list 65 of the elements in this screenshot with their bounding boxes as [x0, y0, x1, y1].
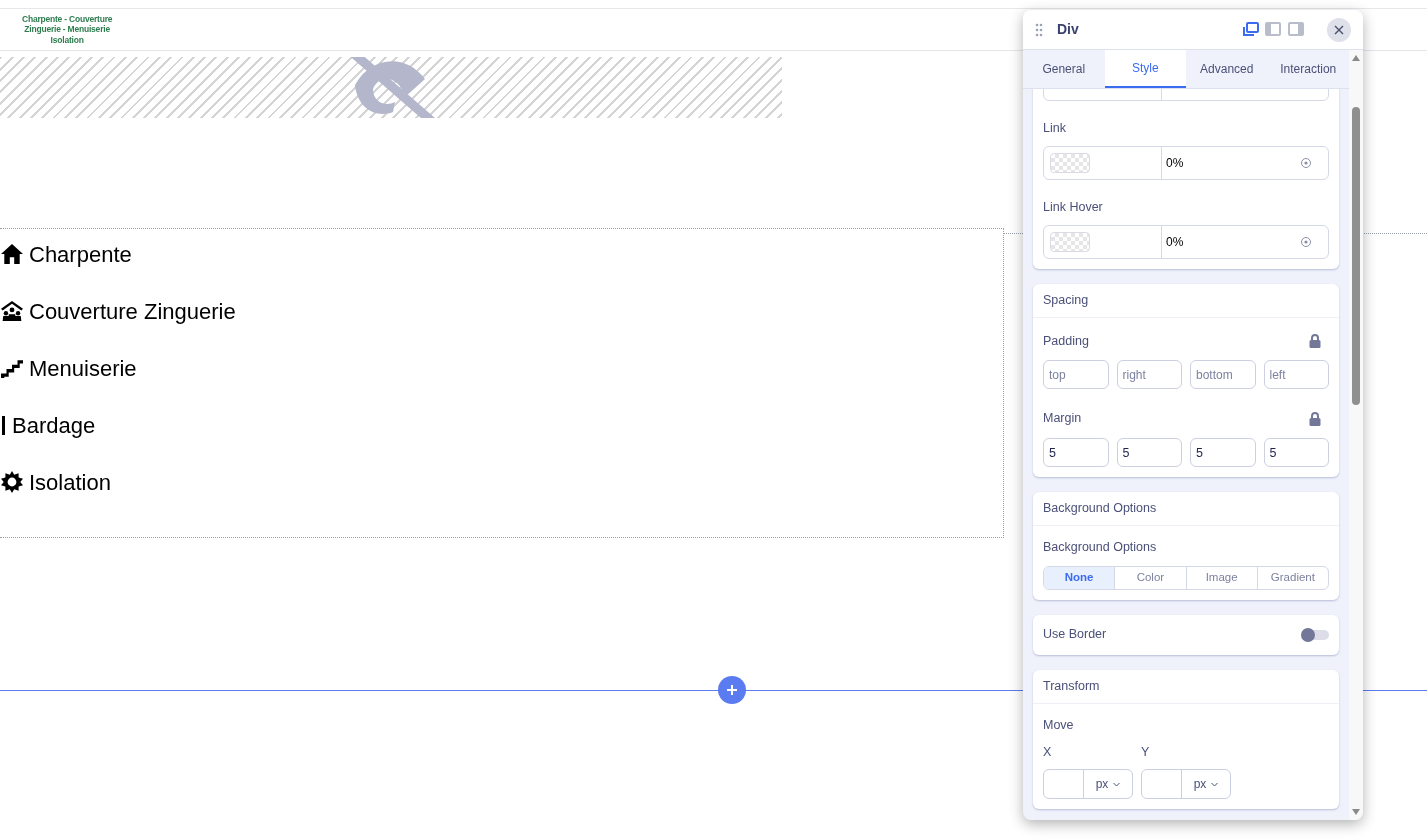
add-section-button[interactable]	[718, 676, 746, 704]
segment-option[interactable]: Image	[1185, 566, 1257, 589]
tab[interactable]: Style	[1104, 50, 1186, 88]
input-field[interactable]: left	[1263, 360, 1329, 390]
input-field[interactable]: 5	[1043, 438, 1109, 467]
color-swatch[interactable]	[1050, 152, 1090, 173]
field-label: Move	[1043, 716, 1075, 734]
input-field[interactable]: right	[1116, 360, 1182, 390]
floating-window-icon[interactable]	[1242, 22, 1259, 37]
field-label: Link Hover	[1043, 198, 1104, 216]
tab[interactable]: Advanced	[1186, 50, 1268, 88]
chevron-down-icon	[1113, 781, 1121, 787]
unit-dropdown[interactable]: px	[1182, 770, 1230, 799]
scroll-down-icon[interactable]	[1352, 809, 1360, 815]
field-label: X	[1043, 743, 1053, 761]
input-field[interactable]: top	[1043, 360, 1109, 390]
field-label: Link	[1043, 120, 1067, 137]
stairs-icon	[0, 357, 24, 379]
close-icon	[1334, 24, 1344, 35]
menu-item[interactable]: Charpente	[29, 237, 132, 271]
drag-handle-icon[interactable]	[1035, 22, 1043, 37]
toggle-switch[interactable]	[1301, 629, 1329, 640]
unit-dropdown[interactable]: px	[1084, 770, 1132, 799]
opacity-value[interactable]: 0%	[1166, 232, 1184, 251]
tab[interactable]: Interaction	[1267, 50, 1349, 88]
input-field[interactable]: bottom	[1190, 360, 1256, 390]
menu-item[interactable]: Couverture Zinguerie	[29, 294, 236, 328]
unit-input-field[interactable]: px	[1043, 769, 1133, 800]
input-field[interactable]: 5	[1190, 438, 1256, 467]
toggle-label: Use Border	[1043, 626, 1107, 644]
unit-input-field[interactable]: px	[1141, 769, 1231, 800]
plus-icon	[726, 684, 738, 696]
left-dock-icon[interactable]	[1265, 22, 1282, 37]
segment-option[interactable]: Color	[1114, 566, 1186, 589]
input-field[interactable]: 5	[1263, 438, 1329, 467]
field-label: Padding	[1043, 332, 1089, 350]
tab[interactable]: General	[1023, 50, 1105, 88]
scrollbar-thumb[interactable]	[1352, 107, 1360, 405]
section-title: Background Options	[1033, 492, 1339, 526]
input-field[interactable]: 5	[1116, 438, 1182, 467]
panel-title: Div	[1057, 20, 1079, 39]
house-icon	[0, 243, 24, 265]
right-dock-icon[interactable]	[1288, 22, 1305, 37]
field-label: Margin	[1043, 410, 1082, 428]
logo[interactable]: Charpente - Couverture Zinguerie - Menuiserie Isolation	[22, 13, 113, 46]
field-label: Background Options	[1043, 539, 1158, 556]
color-picker-icon[interactable]	[1300, 235, 1312, 248]
section-title: Transform	[1033, 669, 1339, 704]
color-picker-icon[interactable]	[1300, 156, 1312, 169]
menu-item[interactable]: Bardage	[12, 408, 96, 442]
field-label: Y	[1141, 743, 1151, 761]
chevron-down-icon	[1211, 781, 1219, 787]
people-under-roof-icon	[0, 300, 24, 322]
opacity-value[interactable]: 0%	[1166, 153, 1184, 172]
scroll-up-icon[interactable]	[1352, 55, 1360, 61]
segment-option[interactable]: None	[1044, 566, 1115, 589]
close-button[interactable]	[1327, 17, 1351, 42]
menu-item[interactable]: Menuiserie	[29, 351, 137, 385]
section-title: Spacing	[1033, 283, 1339, 318]
lock-icon[interactable]	[1309, 333, 1321, 348]
color-swatch[interactable]	[1050, 231, 1090, 252]
lock-icon[interactable]	[1309, 411, 1321, 426]
menu-item[interactable]: Isolation	[29, 465, 111, 499]
sun-icon	[0, 471, 24, 493]
segment-option[interactable]: Gradient	[1256, 566, 1328, 589]
